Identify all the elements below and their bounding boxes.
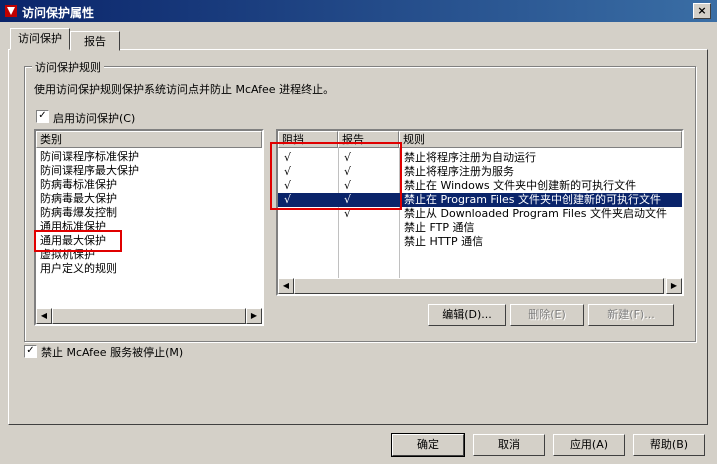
- scroll-thumb[interactable]: [52, 308, 246, 324]
- category-item-user-defined[interactable]: 用户定义的规则: [40, 262, 117, 276]
- close-button[interactable]: ×: [693, 3, 711, 19]
- tab-access-protection[interactable]: 访问保护: [10, 28, 70, 50]
- window-title: 访问保护属性: [22, 6, 95, 20]
- rule-label: 禁止将程序注册为自动运行: [404, 151, 536, 164]
- table-row[interactable]: 禁止 HTTP 通信: [278, 235, 682, 249]
- enable-access-protection-checkbox[interactable]: ✓: [36, 110, 49, 123]
- rule-label: 禁止将程序注册为服务: [404, 165, 514, 178]
- new-button[interactable]: 新建(F)...: [588, 304, 674, 326]
- category-list[interactable]: 类别 防间谍程序标准保护 防间谍程序最大保护 防病毒标准保护 防病毒最大保护 防…: [34, 129, 264, 326]
- ok-button[interactable]: 确定: [391, 433, 465, 457]
- column-header-rule[interactable]: 规则: [399, 131, 682, 148]
- category-item-antivirus-standard[interactable]: 防病毒标准保护: [40, 178, 117, 192]
- rule-label: 禁止 FTP 通信: [404, 221, 475, 234]
- category-header[interactable]: 类别: [36, 131, 262, 148]
- app-icon: [5, 5, 17, 17]
- rules-hscrollbar[interactable]: ◀ ▶: [278, 278, 682, 294]
- annotation-box-checks: [270, 142, 402, 210]
- scroll-left-icon[interactable]: ◀: [36, 308, 52, 324]
- groupbox-legend: 访问保护规则: [32, 59, 104, 75]
- scroll-right-icon[interactable]: ▶: [666, 278, 682, 294]
- scroll-right-icon[interactable]: ▶: [246, 308, 262, 324]
- category-item-outbreak-control[interactable]: 防病毒爆发控制: [40, 206, 117, 220]
- category-item-spyware-max[interactable]: 防间谍程序最大保护: [40, 164, 139, 178]
- category-item-spyware-standard[interactable]: 防间谍程序标准保护: [40, 150, 139, 164]
- cancel-button[interactable]: 取消: [473, 434, 545, 456]
- prevent-service-stop-label: 禁止 McAfee 服务被停止(M): [41, 346, 184, 359]
- prevent-service-stop-checkbox[interactable]: ✓: [24, 345, 37, 358]
- rule-label: 禁止从 Downloaded Program Files 文件夹启动文件: [404, 207, 667, 220]
- group-description: 使用访问保护规则保护系统访问点并防止 McAfee 进程终止。: [34, 83, 335, 96]
- annotation-box-category: [34, 230, 122, 252]
- edit-button[interactable]: 编辑(D)...: [428, 304, 506, 326]
- category-item-antivirus-max[interactable]: 防病毒最大保护: [40, 192, 117, 206]
- category-hscrollbar[interactable]: ◀ ▶: [36, 308, 262, 324]
- rule-label: 禁止在 Program Files 文件夹中创建新的可执行文件: [404, 193, 662, 206]
- apply-button[interactable]: 应用(A): [553, 434, 625, 456]
- title-bar[interactable]: 访问保护属性 ×: [0, 0, 717, 22]
- tab-report[interactable]: 报告: [70, 31, 120, 51]
- help-button[interactable]: 帮助(B): [633, 434, 705, 456]
- enable-access-protection-label: 启用访问保护(C): [53, 112, 136, 125]
- scroll-thumb[interactable]: [294, 278, 664, 294]
- delete-button[interactable]: 删除(E): [510, 304, 584, 326]
- scroll-left-icon[interactable]: ◀: [278, 278, 294, 294]
- rule-label: 禁止在 Windows 文件夹中创建新的可执行文件: [404, 179, 637, 192]
- table-row[interactable]: 禁止 FTP 通信: [278, 221, 682, 235]
- rule-label: 禁止 HTTP 通信: [404, 235, 484, 248]
